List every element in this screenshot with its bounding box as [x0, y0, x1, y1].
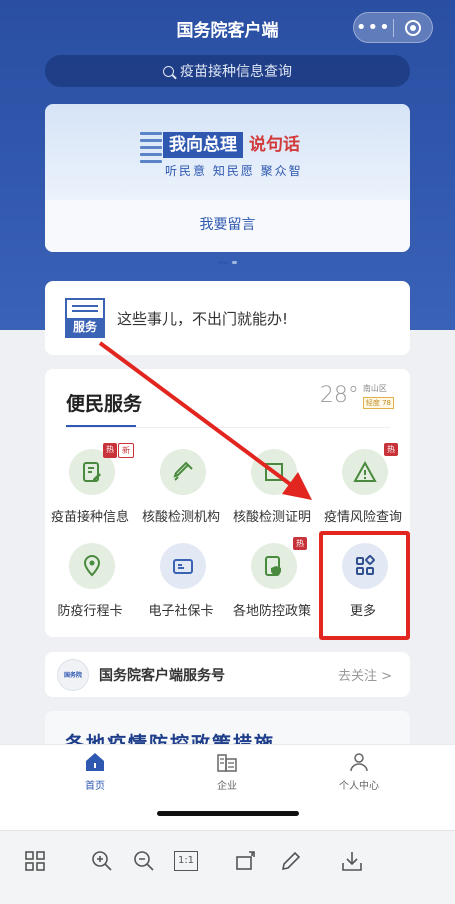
tab-label: 个人中心 — [339, 781, 379, 792]
home-indicator — [157, 811, 299, 816]
account-title: 国务院客户端服务号 — [99, 667, 225, 684]
image-viewer-toolbar: 1:1 — [0, 830, 455, 904]
follow-account-card[interactable]: 国务院 国务院客户端服务号 去关注 > — [45, 652, 410, 697]
highlight-box — [319, 531, 410, 640]
rotate-icon[interactable] — [235, 849, 259, 873]
tab-home[interactable]: 首页 — [50, 751, 140, 792]
phone-screen: 国务院客户端 ••• 疫苗接种信息查询 我向总理 说句话 听民意 知民愿 聚众智… — [0, 0, 455, 830]
edit-icon[interactable] — [279, 849, 303, 873]
grid-view-icon[interactable] — [23, 849, 47, 873]
follow-button[interactable]: 去关注 > — [338, 665, 392, 684]
tab-label: 首页 — [85, 781, 105, 792]
tab-label: 企业 — [217, 781, 237, 792]
account-logo: 国务院 — [57, 658, 89, 691]
home-icon — [84, 751, 106, 773]
zoom-in-icon[interactable] — [90, 849, 114, 873]
download-icon[interactable] — [340, 849, 364, 873]
bottom-tab-bar: 首页 企业 个人中心 — [0, 744, 455, 830]
annotation-arrow — [98, 341, 312, 500]
building-icon — [216, 751, 238, 773]
person-icon — [348, 751, 370, 773]
tab-personal-center[interactable]: 个人中心 — [314, 751, 404, 792]
zoom-out-icon[interactable] — [132, 849, 156, 873]
actual-size-icon[interactable]: 1:1 — [174, 851, 198, 871]
tab-enterprise[interactable]: 企业 — [182, 751, 272, 792]
